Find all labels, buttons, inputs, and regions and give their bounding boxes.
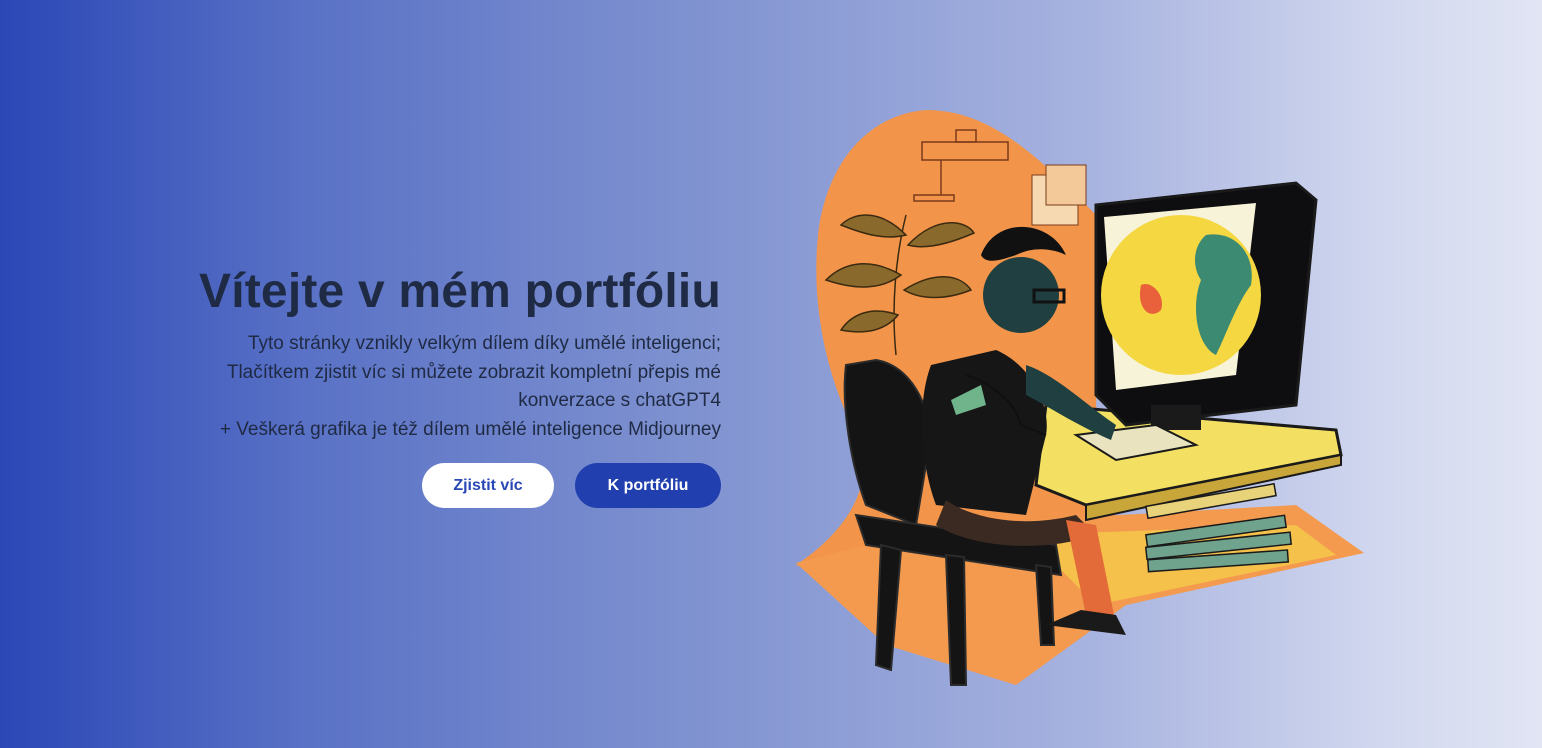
description-line: Tlačítkem zjistit víc si můžete zobrazit… bbox=[226, 361, 721, 383]
description-line: Tyto stránky vznikly velkým dílem díky u… bbox=[247, 333, 721, 354]
hero-text: Vítejte v mém portfóliu Tyto stránky vzn… bbox=[101, 262, 721, 444]
boy-at-computer-illustration bbox=[796, 110, 1364, 686]
description-line: konverzace s chatGPT4 bbox=[518, 390, 721, 411]
hero-section: Vítejte v mém portfóliu Tyto stránky vzn… bbox=[0, 0, 1542, 748]
page-title: Vítejte v mém portfóliu bbox=[198, 265, 721, 318]
hero-buttons: Zjistit víc K portfóliu bbox=[422, 463, 721, 508]
description-line: + Veškerá grafika je též dílem umělé int… bbox=[219, 418, 721, 440]
hero-description: Tyto stránky vznikly velkým dílem díky u… bbox=[101, 330, 721, 444]
portfolio-button[interactable]: K portfóliu bbox=[575, 463, 721, 508]
learn-more-button[interactable]: Zjistit víc bbox=[422, 463, 554, 508]
monitor bbox=[1094, 181, 1318, 430]
